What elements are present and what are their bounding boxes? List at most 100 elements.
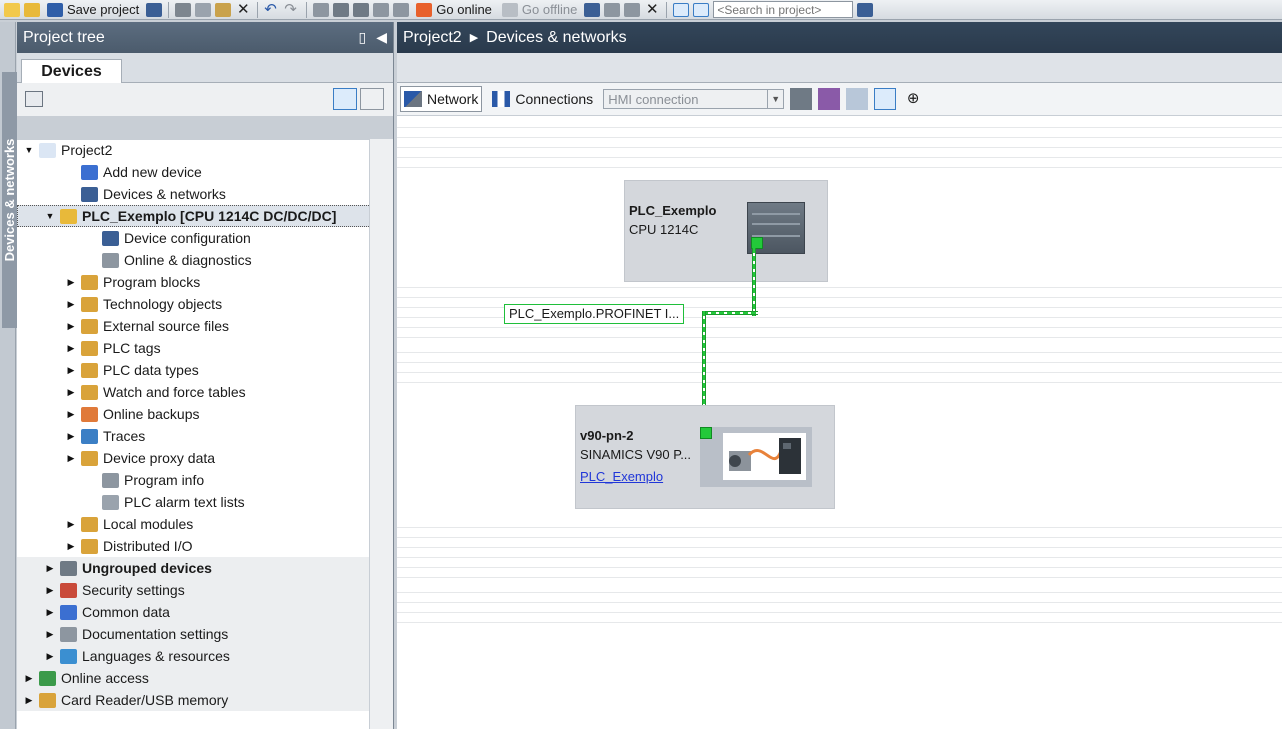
plc-device[interactable]: PLC_Exemplo CPU 1214C: [624, 180, 828, 282]
tree-item[interactable]: Devices & networks: [17, 183, 393, 205]
new-project-icon[interactable]: [4, 2, 20, 17]
tree-item[interactable]: ▶ Watch and force tables: [17, 381, 393, 403]
expand-arrow-icon[interactable]: ▶: [66, 343, 76, 353]
expand-arrow-icon[interactable]: ▶: [66, 321, 76, 331]
expand-arrow-icon[interactable]: ▶: [66, 365, 76, 375]
tree-item[interactable]: ▶ Local modules: [17, 513, 393, 535]
go-online-button[interactable]: Go online: [413, 1, 495, 19]
tree-item[interactable]: ▶ Technology objects: [17, 293, 393, 315]
profinet-wire-plc[interactable]: [752, 248, 756, 316]
download-icon[interactable]: [333, 2, 350, 17]
expand-arrow-icon[interactable]: ▶: [24, 695, 34, 705]
drive-controller-link[interactable]: PLC_Exemplo: [580, 469, 663, 484]
tree-export-icon[interactable]: [360, 88, 384, 110]
table-view-icon[interactable]: [846, 88, 869, 110]
connection-type-select[interactable]: HMI connection ▼: [603, 89, 785, 109]
collapse-arrow-icon[interactable]: ▼: [45, 211, 55, 221]
network-canvas[interactable]: PLC_Exemplo CPU 1214C PLC_Exemplo.PROFIN…: [397, 117, 1282, 729]
expand-arrow-icon[interactable]: ▶: [45, 563, 55, 573]
expand-arrow-icon[interactable]: ▶: [66, 299, 76, 309]
tree-item[interactable]: ▶ Common data: [17, 601, 393, 623]
panel-pin-icon[interactable]: ▯: [359, 29, 367, 46]
breadcrumb-project[interactable]: Project2: [403, 29, 462, 47]
binoculars-icon[interactable]: [857, 2, 874, 17]
expand-arrow-icon[interactable]: ▶: [45, 585, 55, 595]
toolbar-separator: [306, 1, 308, 18]
expand-arrow-icon[interactable]: ▶: [66, 453, 76, 463]
tree-item[interactable]: ▶ Documentation settings: [17, 623, 393, 645]
zoom-icon[interactable]: ⊕: [902, 88, 924, 110]
copy-icon[interactable]: [195, 2, 212, 17]
redo-icon[interactable]: ↷: [284, 2, 300, 17]
drive-device[interactable]: v90-pn-2 SINAMICS V90 P... PLC_Exemplo: [575, 405, 835, 509]
tree-item[interactable]: Program info: [17, 469, 393, 491]
tree-item[interactable]: PLC alarm text lists: [17, 491, 393, 513]
tree-item[interactable]: ▶ Traces: [17, 425, 393, 447]
expand-arrow-icon[interactable]: ▶: [45, 651, 55, 661]
tree-item[interactable]: ▶ External source files: [17, 315, 393, 337]
tree-item[interactable]: ▶ PLC tags: [17, 337, 393, 359]
tree-item[interactable]: ▶ Program blocks: [17, 271, 393, 293]
print-icon[interactable]: [146, 2, 163, 17]
close-editor-icon[interactable]: ✕: [644, 2, 660, 17]
delete-icon[interactable]: ✕: [235, 2, 251, 17]
tree-item[interactable]: ▶ Ungrouped devices: [17, 557, 393, 579]
tree-item[interactable]: ▶ Device proxy data: [17, 447, 393, 469]
drive-profinet-port[interactable]: [700, 427, 712, 439]
tree-item[interactable]: Add new device: [17, 161, 393, 183]
connections-button[interactable]: Connections: [488, 86, 597, 112]
tree-item[interactable]: ▶ Distributed I/O: [17, 535, 393, 557]
expand-arrow-icon[interactable]: ▶: [45, 607, 55, 617]
expand-arrow-icon[interactable]: ▶: [66, 277, 76, 287]
grid-line: [397, 592, 1282, 593]
cut-icon[interactable]: [175, 2, 192, 17]
upload-icon[interactable]: [353, 2, 370, 17]
show-names-icon[interactable]: [790, 88, 813, 110]
compare-icon[interactable]: [624, 2, 641, 17]
go-offline-button[interactable]: Go offline: [499, 1, 580, 19]
tree-item[interactable]: ▼ Project2: [17, 139, 393, 161]
tree-item[interactable]: Device configuration: [17, 227, 393, 249]
accessible-devices-icon[interactable]: [584, 2, 601, 17]
profinet-subnet-label[interactable]: PLC_Exemplo.PROFINET I...: [504, 304, 685, 324]
tree-item[interactable]: ▶ Languages & resources: [17, 645, 393, 667]
tree-item-label: Documentation settings: [82, 626, 229, 642]
tree-item[interactable]: ▶ Online access: [17, 667, 393, 689]
tree-item[interactable]: ▶ Card Reader/USB memory: [17, 689, 393, 711]
search-input[interactable]: [713, 1, 854, 18]
collapse-arrow-icon[interactable]: ▼: [24, 145, 34, 155]
collapse-panel-icon[interactable]: ◀: [376, 29, 387, 46]
expand-arrow-icon[interactable]: ▶: [45, 629, 55, 639]
compile-icon[interactable]: [313, 2, 330, 17]
tab-devices[interactable]: Devices: [21, 59, 122, 84]
tree-item[interactable]: ▶ PLC data types: [17, 359, 393, 381]
split-vertical-icon[interactable]: [693, 2, 710, 17]
undo-icon[interactable]: ↶: [264, 2, 280, 17]
tree-item[interactable]: ▶ Security settings: [17, 579, 393, 601]
tree-item[interactable]: ▼ PLC_Exemplo [CPU 1214C DC/DC/DC]: [17, 205, 393, 227]
breadcrumb-devices-networks[interactable]: Devices & networks: [486, 29, 627, 47]
profinet-wire-horizontal[interactable]: [703, 311, 758, 315]
portal-side-tab[interactable]: Devices & networks: [0, 22, 18, 729]
expand-arrow-icon[interactable]: ▶: [24, 673, 34, 683]
network-view-button[interactable]: Network: [400, 86, 483, 112]
io-communication-icon[interactable]: [818, 88, 841, 110]
save-project-button[interactable]: Save project: [44, 1, 142, 19]
expand-arrow-icon[interactable]: ▶: [66, 409, 76, 419]
expand-arrow-icon[interactable]: ▶: [66, 541, 76, 551]
cross-reference-icon[interactable]: [604, 2, 621, 17]
tree-item[interactable]: ▶ Online backups: [17, 403, 393, 425]
simulation-icon[interactable]: [373, 2, 390, 17]
page-break-icon[interactable]: [874, 88, 897, 110]
overview-icon[interactable]: [333, 88, 357, 110]
start-simulation-icon[interactable]: [393, 2, 410, 17]
tree-item[interactable]: Online & diagnostics: [17, 249, 393, 271]
split-horizontal-icon[interactable]: [673, 2, 690, 17]
tree-scrollbar[interactable]: [369, 139, 393, 729]
tree-properties-icon[interactable]: [25, 91, 43, 107]
open-project-icon[interactable]: [24, 2, 40, 17]
expand-arrow-icon[interactable]: ▶: [66, 431, 76, 441]
paste-icon[interactable]: [215, 2, 232, 17]
expand-arrow-icon[interactable]: ▶: [66, 387, 76, 397]
expand-arrow-icon[interactable]: ▶: [66, 519, 76, 529]
